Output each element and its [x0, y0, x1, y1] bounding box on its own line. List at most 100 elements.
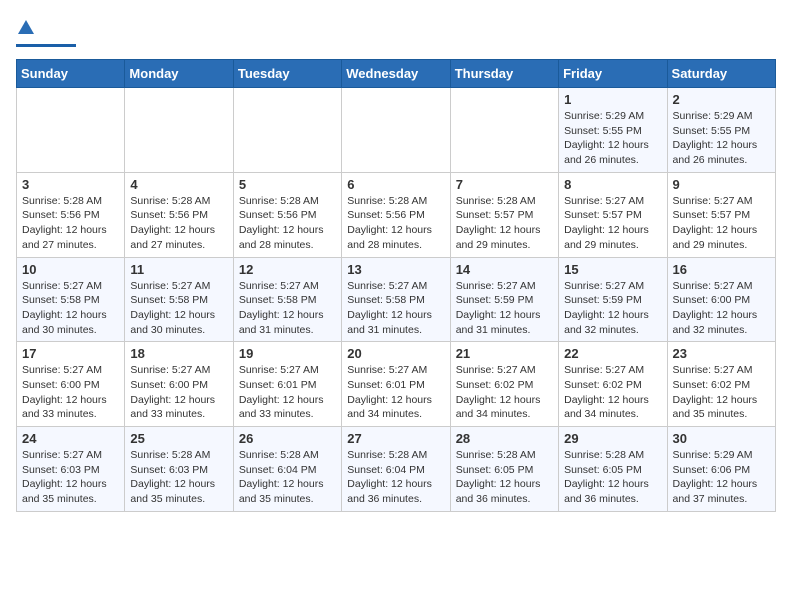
day-number: 9 — [673, 177, 770, 192]
day-number: 22 — [564, 346, 661, 361]
day-number: 20 — [347, 346, 444, 361]
day-of-week-header: Sunday — [17, 60, 125, 88]
day-info: Sunrise: 5:28 AM Sunset: 6:04 PM Dayligh… — [347, 448, 444, 507]
day-number: 18 — [130, 346, 227, 361]
day-number: 11 — [130, 262, 227, 277]
day-number: 16 — [673, 262, 770, 277]
calendar-cell: 8 Sunrise: 5:27 AM Sunset: 5:57 PM Daylig… — [559, 172, 667, 257]
calendar-week-row: 10 Sunrise: 5:27 AM Sunset: 5:58 PM Dayli… — [17, 257, 776, 342]
calendar-cell: 16 Sunrise: 5:27 AM Sunset: 6:00 PM Dayli… — [667, 257, 775, 342]
day-of-week-header: Wednesday — [342, 60, 450, 88]
day-of-week-header: Tuesday — [233, 60, 341, 88]
day-info: Sunrise: 5:28 AM Sunset: 5:56 PM Dayligh… — [130, 194, 227, 253]
calendar-header: SundayMondayTuesdayWednesdayThursdayFrid… — [17, 60, 776, 88]
day-info: Sunrise: 5:28 AM Sunset: 6:03 PM Dayligh… — [130, 448, 227, 507]
calendar-cell: 3 Sunrise: 5:28 AM Sunset: 5:56 PM Daylig… — [17, 172, 125, 257]
calendar-cell: 27 Sunrise: 5:28 AM Sunset: 6:04 PM Dayli… — [342, 427, 450, 512]
logo — [16, 16, 76, 47]
day-info: Sunrise: 5:27 AM Sunset: 6:00 PM Dayligh… — [130, 363, 227, 422]
day-number: 23 — [673, 346, 770, 361]
calendar-cell: 10 Sunrise: 5:27 AM Sunset: 5:58 PM Dayli… — [17, 257, 125, 342]
day-number: 14 — [456, 262, 553, 277]
page-header — [16, 16, 776, 47]
calendar-cell: 2Sunrise: 5:29 AM Sunset: 5:55 PM Daylig… — [667, 88, 775, 173]
day-of-week-header: Thursday — [450, 60, 558, 88]
day-number: 26 — [239, 431, 336, 446]
day-info: Sunrise: 5:29 AM Sunset: 6:06 PM Dayligh… — [673, 448, 770, 507]
calendar-cell: 7 Sunrise: 5:28 AM Sunset: 5:57 PM Daylig… — [450, 172, 558, 257]
day-number: 15 — [564, 262, 661, 277]
day-info: Sunrise: 5:29 AM Sunset: 5:55 PM Dayligh… — [564, 109, 661, 168]
calendar-cell — [233, 88, 341, 173]
calendar-cell: 5 Sunrise: 5:28 AM Sunset: 5:56 PM Daylig… — [233, 172, 341, 257]
calendar-cell: 19Sunrise: 5:27 AM Sunset: 6:01 PM Dayli… — [233, 342, 341, 427]
calendar-cell: 17Sunrise: 5:27 AM Sunset: 6:00 PM Dayli… — [17, 342, 125, 427]
day-number: 28 — [456, 431, 553, 446]
day-number: 24 — [22, 431, 119, 446]
day-info: Sunrise: 5:27 AM Sunset: 6:02 PM Dayligh… — [456, 363, 553, 422]
calendar-cell: 6Sunrise: 5:28 AM Sunset: 5:56 PM Daylig… — [342, 172, 450, 257]
calendar-cell: 29Sunrise: 5:28 AM Sunset: 6:05 PM Dayli… — [559, 427, 667, 512]
day-info: Sunrise: 5:27 AM Sunset: 5:59 PM Dayligh… — [564, 279, 661, 338]
calendar-week-row: 1 Sunrise: 5:29 AM Sunset: 5:55 PM Daylig… — [17, 88, 776, 173]
calendar-cell: 9 Sunrise: 5:27 AM Sunset: 5:57 PM Daylig… — [667, 172, 775, 257]
day-info: Sunrise: 5:29 AM Sunset: 5:55 PM Dayligh… — [673, 109, 770, 168]
calendar-cell: 30 Sunrise: 5:29 AM Sunset: 6:06 PM Dayli… — [667, 427, 775, 512]
day-of-week-header: Friday — [559, 60, 667, 88]
calendar-cell — [342, 88, 450, 173]
day-info: Sunrise: 5:27 AM Sunset: 5:58 PM Dayligh… — [22, 279, 119, 338]
calendar-cell: 26 Sunrise: 5:28 AM Sunset: 6:04 PM Dayli… — [233, 427, 341, 512]
day-info: Sunrise: 5:27 AM Sunset: 5:59 PM Dayligh… — [456, 279, 553, 338]
day-of-week-header: Monday — [125, 60, 233, 88]
calendar-cell: 12 Sunrise: 5:27 AM Sunset: 5:58 PM Dayli… — [233, 257, 341, 342]
day-number: 13 — [347, 262, 444, 277]
day-info: Sunrise: 5:28 AM Sunset: 5:56 PM Dayligh… — [22, 194, 119, 253]
day-number: 21 — [456, 346, 553, 361]
day-number: 6 — [347, 177, 444, 192]
calendar-cell: 4 Sunrise: 5:28 AM Sunset: 5:56 PM Daylig… — [125, 172, 233, 257]
day-number: 30 — [673, 431, 770, 446]
day-info: Sunrise: 5:28 AM Sunset: 5:56 PM Dayligh… — [239, 194, 336, 253]
day-number: 7 — [456, 177, 553, 192]
day-info: Sunrise: 5:28 AM Sunset: 5:57 PM Dayligh… — [456, 194, 553, 253]
day-info: Sunrise: 5:27 AM Sunset: 5:58 PM Dayligh… — [130, 279, 227, 338]
calendar-cell — [125, 88, 233, 173]
logo-icon — [17, 16, 35, 42]
calendar-week-row: 17Sunrise: 5:27 AM Sunset: 6:00 PM Dayli… — [17, 342, 776, 427]
day-number: 12 — [239, 262, 336, 277]
calendar-week-row: 3 Sunrise: 5:28 AM Sunset: 5:56 PM Daylig… — [17, 172, 776, 257]
calendar-cell: 11 Sunrise: 5:27 AM Sunset: 5:58 PM Dayli… — [125, 257, 233, 342]
day-number: 8 — [564, 177, 661, 192]
day-info: Sunrise: 5:27 AM Sunset: 5:57 PM Dayligh… — [564, 194, 661, 253]
calendar-cell: 28 Sunrise: 5:28 AM Sunset: 6:05 PM Dayli… — [450, 427, 558, 512]
day-number: 27 — [347, 431, 444, 446]
day-info: Sunrise: 5:27 AM Sunset: 6:00 PM Dayligh… — [673, 279, 770, 338]
day-info: Sunrise: 5:27 AM Sunset: 6:01 PM Dayligh… — [347, 363, 444, 422]
calendar-cell: 21 Sunrise: 5:27 AM Sunset: 6:02 PM Dayli… — [450, 342, 558, 427]
calendar-cell — [450, 88, 558, 173]
calendar-cell: 15 Sunrise: 5:27 AM Sunset: 5:59 PM Dayli… — [559, 257, 667, 342]
calendar-body: 1 Sunrise: 5:29 AM Sunset: 5:55 PM Daylig… — [17, 88, 776, 512]
day-info: Sunrise: 5:27 AM Sunset: 6:02 PM Dayligh… — [673, 363, 770, 422]
day-number: 3 — [22, 177, 119, 192]
calendar-cell: 20 Sunrise: 5:27 AM Sunset: 6:01 PM Dayli… — [342, 342, 450, 427]
day-info: Sunrise: 5:28 AM Sunset: 6:05 PM Dayligh… — [564, 448, 661, 507]
calendar-cell: 13 Sunrise: 5:27 AM Sunset: 5:58 PM Dayli… — [342, 257, 450, 342]
day-number: 10 — [22, 262, 119, 277]
day-info: Sunrise: 5:27 AM Sunset: 5:57 PM Dayligh… — [673, 194, 770, 253]
day-number: 5 — [239, 177, 336, 192]
calendar-cell: 24Sunrise: 5:27 AM Sunset: 6:03 PM Dayli… — [17, 427, 125, 512]
day-info: Sunrise: 5:27 AM Sunset: 6:00 PM Dayligh… — [22, 363, 119, 422]
day-info: Sunrise: 5:28 AM Sunset: 6:05 PM Dayligh… — [456, 448, 553, 507]
day-info: Sunrise: 5:27 AM Sunset: 5:58 PM Dayligh… — [239, 279, 336, 338]
day-number: 4 — [130, 177, 227, 192]
day-number: 1 — [564, 92, 661, 107]
day-info: Sunrise: 5:27 AM Sunset: 6:02 PM Dayligh… — [564, 363, 661, 422]
calendar-cell: 22 Sunrise: 5:27 AM Sunset: 6:02 PM Dayli… — [559, 342, 667, 427]
calendar-cell: 25Sunrise: 5:28 AM Sunset: 6:03 PM Dayli… — [125, 427, 233, 512]
day-info: Sunrise: 5:27 AM Sunset: 5:58 PM Dayligh… — [347, 279, 444, 338]
day-info: Sunrise: 5:28 AM Sunset: 6:04 PM Dayligh… — [239, 448, 336, 507]
day-info: Sunrise: 5:27 AM Sunset: 6:01 PM Dayligh… — [239, 363, 336, 422]
calendar-table: SundayMondayTuesdayWednesdayThursdayFrid… — [16, 59, 776, 512]
calendar-cell — [17, 88, 125, 173]
